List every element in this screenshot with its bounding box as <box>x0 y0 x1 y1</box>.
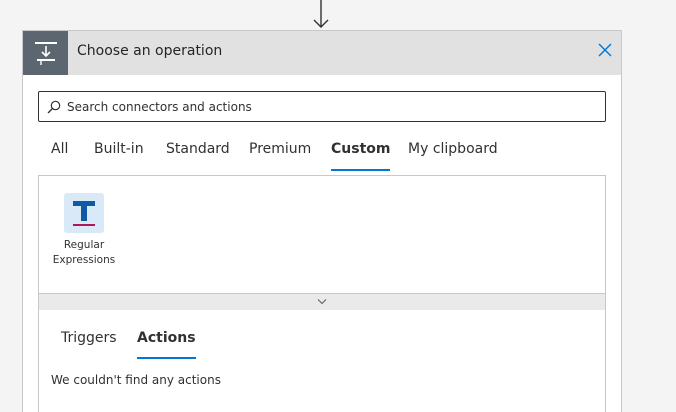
choose-operation-card: Choose an operation All Built-in Standar… <box>22 30 622 412</box>
subtab-actions[interactable]: Actions <box>137 330 196 359</box>
connector-list-panel: Regular Expressions <box>38 175 606 310</box>
search-input[interactable] <box>67 92 597 121</box>
subtab-triggers[interactable]: Triggers <box>61 330 117 359</box>
empty-state-message: We couldn't find any actions <box>51 373 221 387</box>
operations-panel: Triggers Actions We couldn't find any ac… <box>38 310 606 412</box>
connector-label: Regular Expressions <box>52 239 116 266</box>
tab-premium[interactable]: Premium <box>249 141 311 171</box>
operation-icon <box>23 31 68 75</box>
tab-standard[interactable]: Standard <box>166 141 230 171</box>
card-header: Choose an operation <box>23 31 621 75</box>
regex-t-icon <box>64 193 104 233</box>
flow-down-arrow-icon <box>311 0 331 30</box>
search-box <box>38 91 606 122</box>
tab-built-in[interactable]: Built-in <box>94 141 144 171</box>
card-title: Choose an operation <box>77 43 223 59</box>
tab-custom[interactable]: Custom <box>331 141 391 171</box>
collapse-toggle[interactable] <box>38 293 606 311</box>
tab-my-clipboard[interactable]: My clipboard <box>408 141 498 171</box>
connector-category-tabs: All Built-in Standard Premium Custom My … <box>38 137 608 171</box>
chevron-down-icon <box>317 299 327 305</box>
tab-all[interactable]: All <box>51 141 68 171</box>
connector-regular-expressions[interactable]: Regular Expressions <box>51 191 117 271</box>
close-icon[interactable] <box>597 42 613 58</box>
search-icon <box>47 100 61 114</box>
